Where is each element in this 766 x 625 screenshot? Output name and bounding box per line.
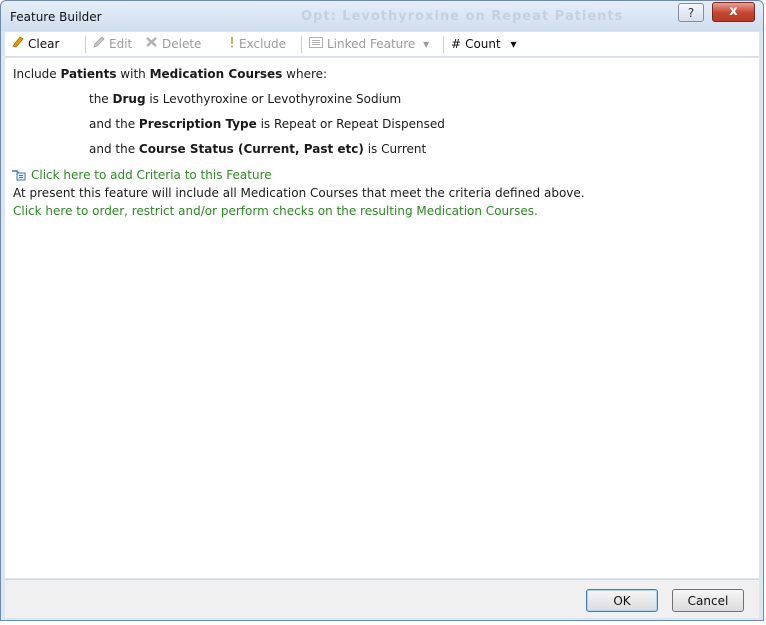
chevron-down-icon: ▾ [423,37,430,51]
criteria-text: and the [89,142,139,156]
hash-icon: # [451,37,462,51]
order-restrict-link[interactable]: Click here to order, restrict and/or per… [13,204,538,218]
count-dropdown[interactable]: # Count ▾ [451,32,517,56]
criteria-value: Levothyroxine or Levothyroxine Sodium [162,92,402,106]
delete-label: Delete [162,37,202,51]
pencil-icon [93,32,105,56]
toolbar: Clear Edit Delete Exclude Linked Feature… [5,32,759,57]
exclude-button[interactable]: Exclude [229,32,286,56]
criteria-panel: Include Patients with Medication Courses… [5,58,759,578]
criteria-value: Repeat or Repeat Dispensed [273,117,445,131]
toolbar-separator [301,36,302,53]
button-bar: OK Cancel [5,579,759,618]
feature-builder-window: Feature Builder Opt: Levothyroxine on Re… [0,0,764,621]
criteria-text: Include [13,67,61,81]
toolbar-separator [443,36,444,53]
list-icon [309,32,323,56]
close-icon: x [729,4,738,19]
linked-feature-label: Linked Feature [327,37,416,51]
criteria-entity[interactable]: Patients [61,67,117,81]
criteria-entity[interactable]: Medication Courses [150,67,283,81]
exclamation-icon [229,32,235,56]
criteria-field: Course Status (Current, Past etc) [138,142,364,156]
delete-icon [145,32,158,56]
background-window-title: Opt: Levothyroxine on Repeat Patients [301,9,624,24]
criteria-value: Current [381,142,427,156]
help-button[interactable]: ? [678,3,704,22]
delete-button[interactable]: Delete [145,32,201,56]
edit-button[interactable]: Edit [93,32,132,56]
close-button[interactable]: x [712,2,755,22]
ok-button[interactable]: OK [586,589,658,612]
criteria-course-status-line[interactable]: and the Course Status (Current, Past etc… [89,142,426,156]
criteria-field: Drug [112,92,146,106]
cancel-button[interactable]: Cancel [672,589,744,612]
window-title: Feature Builder [10,10,102,24]
criteria-text: the [89,92,113,106]
edit-label: Edit [109,37,133,51]
criteria-text: with [116,67,150,81]
add-criteria-icon [11,168,26,184]
linked-feature-dropdown[interactable]: Linked Feature ▾ [309,32,429,56]
criteria-field: Prescription Type [138,117,257,131]
info-text: At present this feature will include all… [13,186,585,200]
criteria-text: is [363,142,382,156]
add-criteria-link[interactable]: Click here to add Criteria to this Featu… [11,168,272,184]
clear-label: Clear [28,37,60,51]
criteria-text: is [256,117,274,131]
exclude-label: Exclude [239,37,287,51]
chevron-down-icon: ▾ [510,37,517,51]
criteria-text: and the [89,117,139,131]
criteria-drug-line[interactable]: the Drug is Levothyroxine or Levothyroxi… [89,92,401,106]
add-criteria-label: Click here to add Criteria to this Featu… [31,168,272,182]
eraser-icon [11,32,24,56]
criteria-text: is [145,92,163,106]
count-label: Count [465,37,501,51]
criteria-text: where: [282,67,328,81]
criteria-prescription-line[interactable]: and the Prescription Type is Repeat or R… [89,117,445,131]
help-icon: ? [687,6,695,20]
title-bar[interactable]: Feature Builder Opt: Levothyroxine on Re… [1,1,763,31]
clear-button[interactable]: Clear [11,32,59,56]
criteria-include-line: Include Patients with Medication Courses… [13,67,327,81]
toolbar-separator [85,36,86,53]
